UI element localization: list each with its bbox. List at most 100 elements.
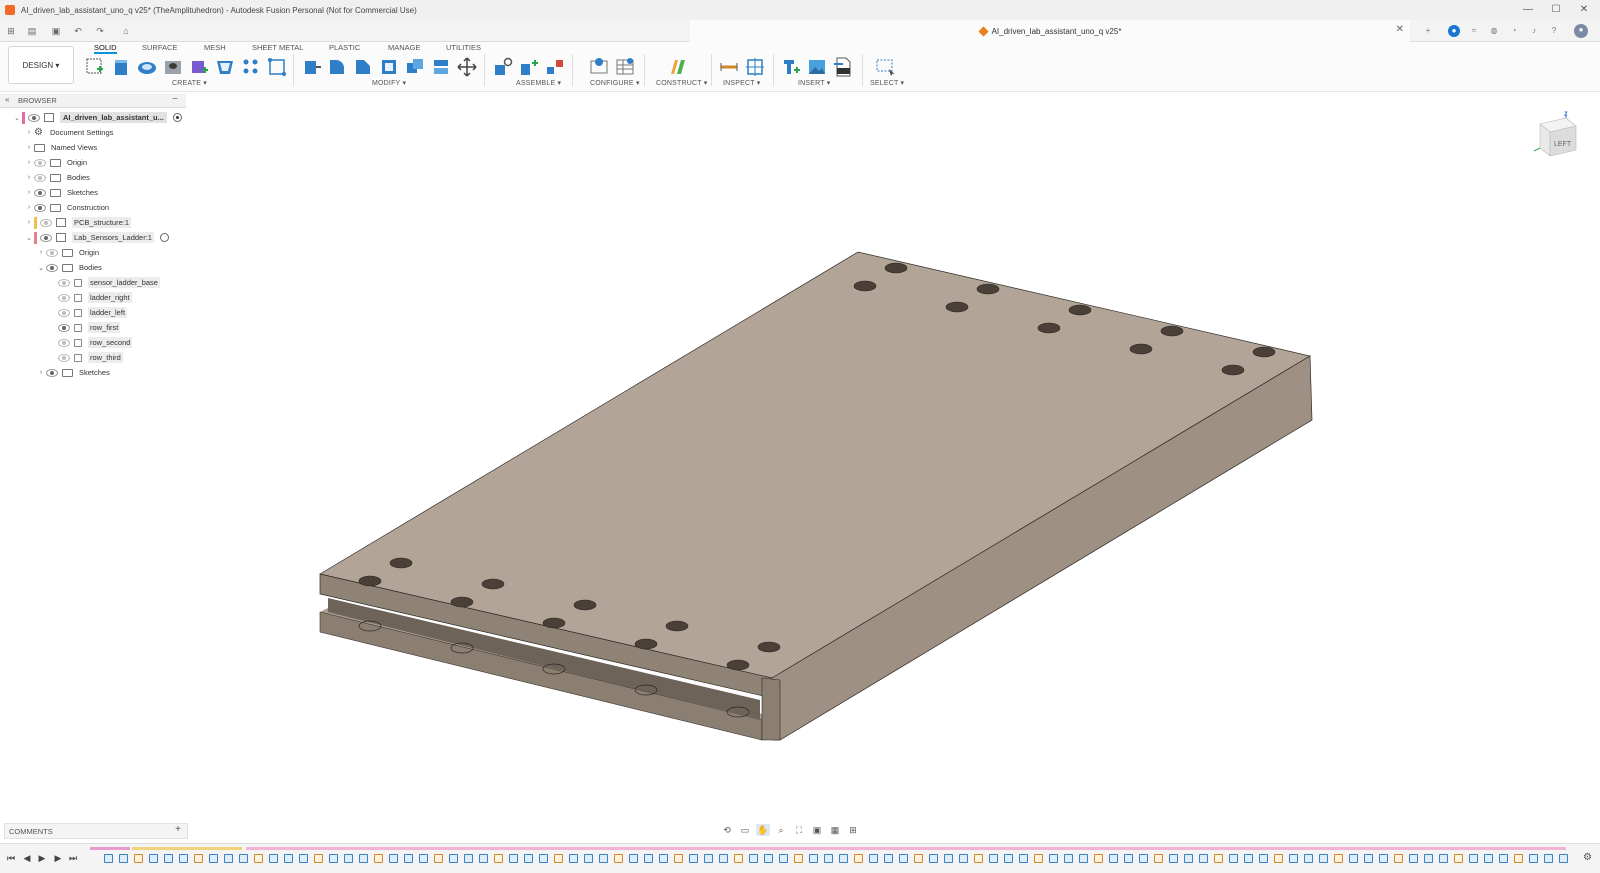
timeline-feature[interactable]	[194, 854, 203, 863]
timeline-feature[interactable]	[134, 854, 143, 863]
step-back-icon[interactable]: ◀	[21, 853, 33, 864]
timeline-feature[interactable]	[1514, 854, 1523, 863]
timeline-feature[interactable]	[1109, 854, 1118, 863]
browser-node-origin[interactable]: › Origin	[24, 155, 87, 170]
timeline-feature[interactable]	[569, 854, 578, 863]
browser-node-construction[interactable]: › Construction	[24, 200, 109, 215]
insert-canvas-icon[interactable]	[806, 56, 828, 78]
timeline-feature[interactable]	[1079, 854, 1088, 863]
press-pull-icon[interactable]	[300, 56, 322, 78]
maximize-window-button[interactable]: ☐	[1542, 0, 1570, 20]
browser-body-row-first[interactable]: row_first	[58, 320, 121, 335]
timeline-feature[interactable]	[1289, 854, 1298, 863]
timeline-feature[interactable]	[1214, 854, 1223, 863]
timeline-feature[interactable]	[1199, 854, 1208, 863]
visibility-eye-icon[interactable]	[58, 308, 70, 317]
timeline-feature[interactable]	[1319, 854, 1328, 863]
timeline-feature[interactable]	[1169, 854, 1178, 863]
timeline-feature[interactable]	[1019, 854, 1028, 863]
timeline-feature[interactable]	[809, 854, 818, 863]
modify-group-label[interactable]: MODIFY ▾	[372, 79, 406, 87]
timeline-feature[interactable]	[854, 854, 863, 863]
user-avatar[interactable]: ●	[1574, 24, 1588, 38]
tab-manage[interactable]: MANAGE	[388, 42, 421, 54]
combine-icon[interactable]	[404, 56, 426, 78]
browser-node-document-settings[interactable]: › ⚙ Document Settings	[24, 125, 114, 140]
new-tab-icon[interactable]: +	[1422, 25, 1434, 37]
timeline-settings-icon[interactable]: ⚙	[1583, 852, 1592, 863]
select-window-icon[interactable]	[874, 56, 896, 78]
timeline-feature[interactable]	[704, 854, 713, 863]
document-tab[interactable]: AI_driven_lab_assistant_uno_q v25* ✕	[690, 20, 1410, 42]
visibility-eye-icon[interactable]	[34, 203, 46, 212]
timeline-feature[interactable]	[689, 854, 698, 863]
timeline-feature[interactable]	[1154, 854, 1163, 863]
browser-node-bodies[interactable]: › Bodies	[24, 170, 90, 185]
timeline-feature[interactable]	[1094, 854, 1103, 863]
timeline-feature[interactable]	[179, 854, 188, 863]
timeline-feature[interactable]	[524, 854, 533, 863]
timeline-feature[interactable]	[1259, 854, 1268, 863]
tab-utilities[interactable]: UTILITIES	[446, 42, 481, 54]
visibility-eye-icon[interactable]	[34, 158, 46, 167]
tab-surface[interactable]: SURFACE	[142, 42, 177, 54]
timeline-feature[interactable]	[674, 854, 683, 863]
close-window-button[interactable]: ✕	[1570, 0, 1598, 20]
timeline-feature[interactable]	[584, 854, 593, 863]
shell-icon[interactable]	[214, 56, 236, 78]
extrude-icon[interactable]	[110, 56, 132, 78]
configure-group-label[interactable]: CONFIGURE ▾	[590, 79, 640, 87]
fit-icon[interactable]: ⛶	[792, 824, 806, 836]
timeline-feature[interactable]	[1409, 854, 1418, 863]
timeline-feature[interactable]	[1349, 854, 1358, 863]
timeline-feature[interactable]	[914, 854, 923, 863]
timeline-feature[interactable]	[1544, 854, 1553, 863]
timeline-feature[interactable]	[1364, 854, 1373, 863]
visibility-eye-icon[interactable]	[34, 188, 46, 197]
timeline-feature[interactable]	[1439, 854, 1448, 863]
timeline-feature[interactable]	[764, 854, 773, 863]
browser-node-sub-origin[interactable]: › Origin	[36, 245, 99, 260]
inspect-group-label[interactable]: INSPECT ▾	[723, 79, 760, 87]
timeline-feature[interactable]	[1559, 854, 1568, 863]
insert-derive-icon[interactable]	[780, 56, 802, 78]
timeline-feature[interactable]	[1139, 854, 1148, 863]
timeline-feature[interactable]	[359, 854, 368, 863]
timeline-feature[interactable]	[494, 854, 503, 863]
browser-node-named-views[interactable]: › Named Views	[24, 140, 97, 155]
assemble-group-label[interactable]: ASSEMBLE ▾	[516, 79, 561, 87]
timeline-feature[interactable]	[629, 854, 638, 863]
visibility-eye-icon[interactable]	[40, 233, 52, 242]
timeline-feature[interactable]	[1394, 854, 1403, 863]
timeline-feature[interactable]	[1034, 854, 1043, 863]
joint-icon[interactable]	[492, 56, 514, 78]
timeline-feature[interactable]	[1274, 854, 1283, 863]
timeline-feature[interactable]	[164, 854, 173, 863]
expand-arrow-icon[interactable]: ⌄	[36, 264, 46, 272]
visibility-eye-icon[interactable]	[58, 353, 70, 362]
chamfer-icon[interactable]	[352, 56, 374, 78]
new-component-icon[interactable]	[188, 56, 210, 78]
go-to-start-icon[interactable]: ⏮	[5, 853, 17, 864]
timeline-feature[interactable]	[314, 854, 323, 863]
home-icon[interactable]: ⌂	[118, 24, 134, 38]
zoom-icon[interactable]: ⌕	[774, 824, 788, 836]
visibility-eye-icon[interactable]	[58, 338, 70, 347]
timeline-feature[interactable]	[599, 854, 608, 863]
timeline-feature[interactable]	[1124, 854, 1133, 863]
timeline-feature[interactable]	[1529, 854, 1538, 863]
timeline-feature[interactable]	[149, 854, 158, 863]
browser-body-ladder-right[interactable]: ladder_right	[58, 290, 132, 305]
grid-icon[interactable]: ▦	[828, 824, 842, 836]
browser-node-sketches[interactable]: › Sketches	[24, 185, 98, 200]
hole-icon[interactable]	[162, 56, 184, 78]
expand-arrow-icon[interactable]: ›	[36, 369, 46, 376]
timeline-feature[interactable]	[869, 854, 878, 863]
timeline-feature[interactable]	[1334, 854, 1343, 863]
visibility-eye-icon[interactable]	[28, 113, 40, 122]
visibility-eye-icon[interactable]	[58, 323, 70, 332]
timeline-feature[interactable]	[1484, 854, 1493, 863]
timeline-feature[interactable]	[434, 854, 443, 863]
timeline-feature[interactable]	[959, 854, 968, 863]
job-status-icon[interactable]: ≈	[1468, 25, 1480, 37]
